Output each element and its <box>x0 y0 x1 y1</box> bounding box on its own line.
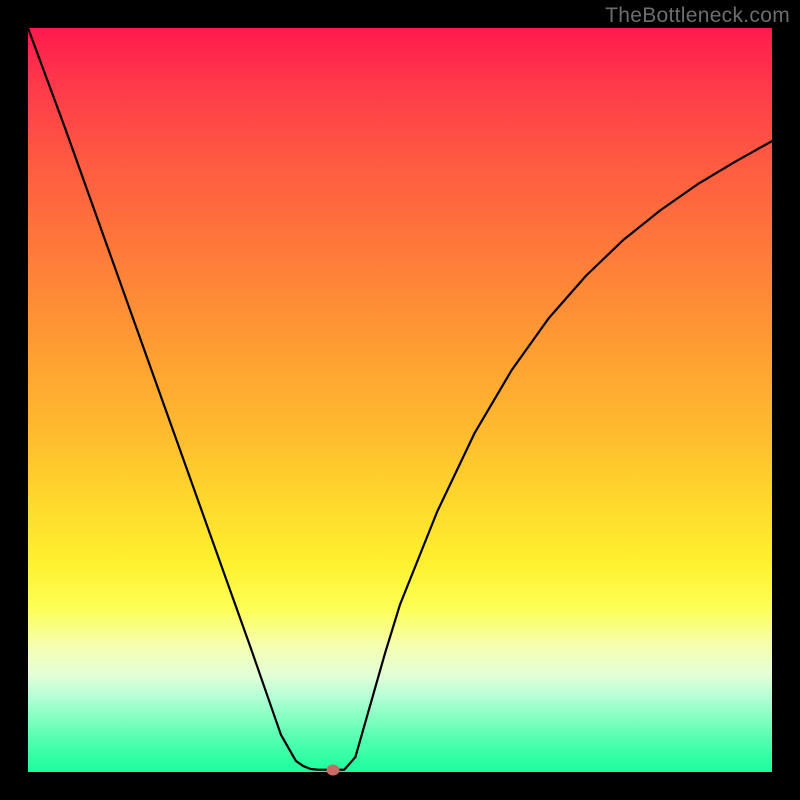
plot-area <box>28 28 772 772</box>
optimum-marker <box>327 764 340 775</box>
chart-frame: TheBottleneck.com <box>0 0 800 800</box>
curve-svg <box>28 28 772 772</box>
bottleneck-curve <box>28 28 772 770</box>
watermark-text: TheBottleneck.com <box>605 4 790 28</box>
